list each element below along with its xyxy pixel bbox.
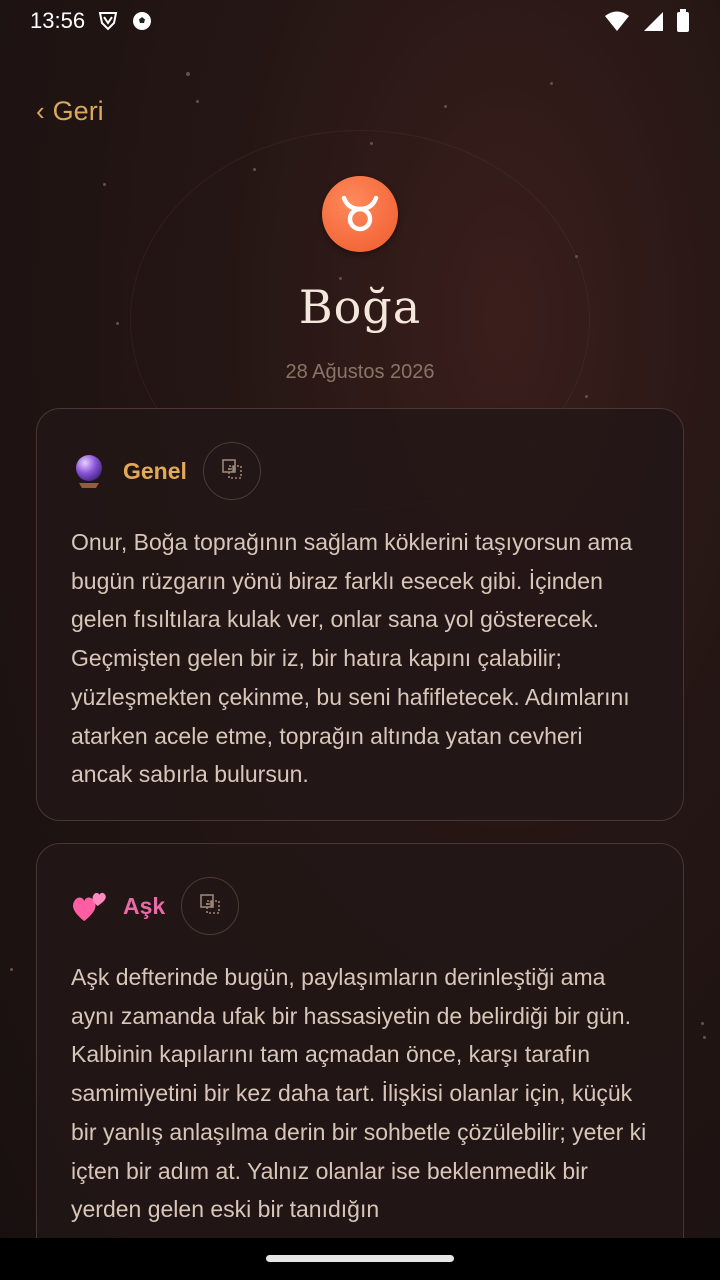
battery-icon xyxy=(676,9,690,33)
vpn-shield-icon xyxy=(97,10,119,32)
section-text: Onur, Boğa toprağının sağlam köklerini t… xyxy=(71,529,633,788)
back-button[interactable]: ‹ Geri xyxy=(36,96,104,127)
horoscope-card-love: Aşk Aşk defterinde bugün, paylaşımların … xyxy=(36,843,684,1280)
section-title: Genel xyxy=(123,457,187,484)
home-gesture-handle[interactable] xyxy=(266,1255,454,1262)
crystal-ball-icon xyxy=(71,453,107,489)
chevron-left-icon: ‹ xyxy=(36,96,45,126)
soccer-ball-icon xyxy=(131,10,153,32)
wifi-icon xyxy=(604,10,630,32)
status-time: 13:56 xyxy=(30,8,86,33)
sign-name: Boğa xyxy=(298,280,422,334)
copy-button[interactable] xyxy=(181,877,240,935)
copy-button[interactable] xyxy=(202,442,261,500)
sign-date: 28 Ağustos 2026 xyxy=(285,361,435,383)
back-label: Geri xyxy=(52,96,104,126)
signal-icon xyxy=(642,10,664,32)
taurus-sign-icon xyxy=(322,176,398,252)
copy-icon xyxy=(220,457,244,486)
copy-icon xyxy=(198,892,222,921)
section-text: Aşk defterinde bugün, paylaşımların deri… xyxy=(71,964,647,1223)
card-header: Aşk xyxy=(71,876,649,936)
horoscope-card-general: Genel Onur, Boğa toprağının sağlam kökle… xyxy=(36,408,684,821)
card-header: Genel xyxy=(71,441,649,501)
section-title: Aşk xyxy=(123,892,166,919)
two-hearts-icon xyxy=(71,888,107,924)
status-bar: 13:56 xyxy=(0,0,720,42)
